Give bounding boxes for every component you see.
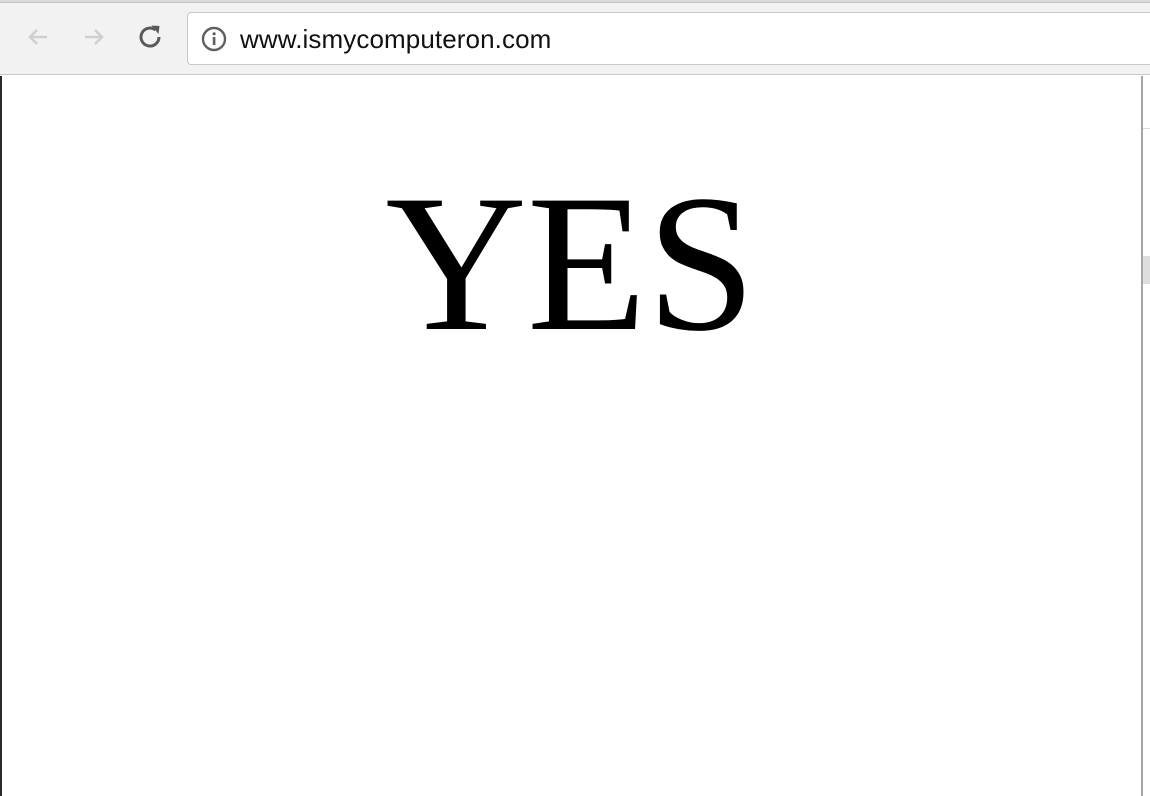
address-bar[interactable]: www.ismycomputeron.com (187, 12, 1150, 65)
browser-toolbar: www.ismycomputeron.com (0, 3, 1150, 75)
url-text[interactable]: www.ismycomputeron.com (240, 24, 551, 55)
side-panel-separator (1143, 128, 1150, 129)
side-panel-handle[interactable] (1143, 256, 1150, 284)
side-panel (1143, 76, 1150, 796)
browser-window: www.ismycomputeron.com YES (0, 0, 1150, 796)
arrow-right-icon (79, 22, 109, 52)
computer-on-answer: YES (385, 155, 756, 372)
arrow-left-icon (23, 22, 53, 52)
forward-button[interactable] (77, 20, 111, 54)
reload-icon (134, 21, 166, 53)
info-icon[interactable] (201, 26, 227, 52)
back-button[interactable] (21, 20, 55, 54)
reload-button[interactable] (133, 20, 167, 54)
